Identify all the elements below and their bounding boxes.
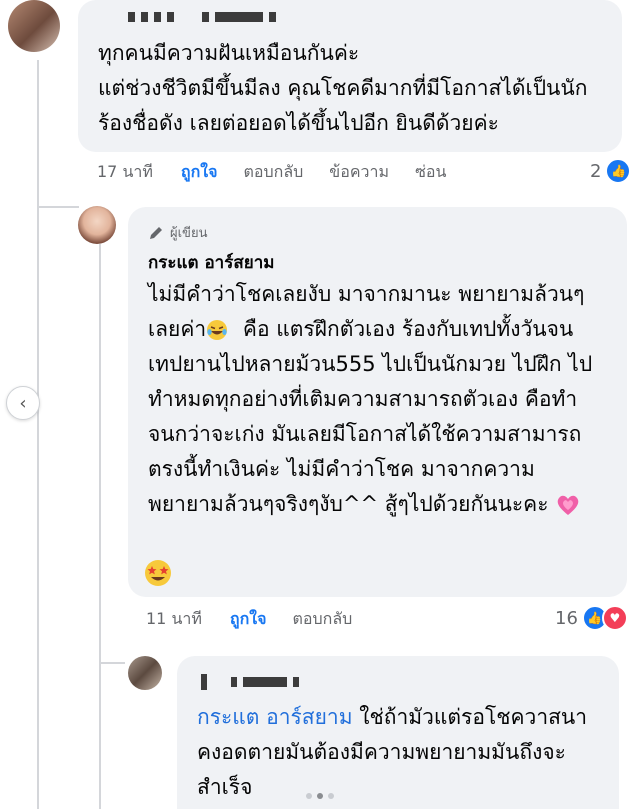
reply-button[interactable]: ตอบกลับ [243, 160, 303, 185]
author-comment-bubble: ผู้เขียน กระแต อาร์สยาม ไม่มีคำว่าโชคเลย… [128, 207, 627, 597]
reaction-count: 16 [555, 607, 578, 629]
comment-text-line: ทำหมดทุกอย่างที่เติมความสามารถตัวเอง คือ… [148, 387, 578, 411]
like-button[interactable]: ถูกใจ [181, 160, 218, 185]
comment-text-line: แต่ช่วงชีวิตมีขึ้นมีลง คุณโชคดีมากที่มีโ… [98, 76, 588, 100]
like-icon: 👍 [605, 158, 631, 184]
thread-connector [37, 206, 79, 208]
comment-text-line: ตรงนี้ทำเงินค่ะ ไม่มีคำว่าโชค มาจากความ [148, 457, 535, 481]
replier-avatar[interactable] [128, 656, 162, 690]
like-button[interactable]: ถูกใจ [230, 607, 267, 632]
dot [306, 793, 312, 799]
comment-text-line: ร้องชื่อดัง เลยต่อยอดได้ขึ้นไปอีก ยินดีด… [98, 111, 499, 135]
reaction-count: 2 [590, 160, 602, 182]
timestamp[interactable]: 17 นาที [97, 160, 153, 185]
comment-text-line: ทุกคนมีความฝันเหมือนกันค่ะ [98, 41, 360, 65]
timestamp[interactable]: 11 นาที [146, 607, 202, 632]
comment-text-line: เทปยานไปหลายม้วน555 ไปเป็นนักมวย ไปฝึก ไ… [148, 352, 593, 376]
author-badge: ผู้เขียน [148, 222, 207, 243]
comment-actions: 11 นาที ถูกใจ ตอบกลับ [146, 607, 352, 632]
thread-line [37, 60, 39, 809]
star-struck-emoji [145, 560, 171, 586]
chevron-left-icon[interactable]: ‹ [6, 386, 40, 420]
comment-text-line: ไม่มีคำว่าโชคเลยงับ มาจากมานะ พยายามล้วน… [148, 282, 585, 306]
comment-bubble: ทุกคนมีความฝันเหมือนกันค่ะ แต่ช่วงชีวิตม… [78, 0, 622, 152]
reaction-summary[interactable]: 2 👍 [590, 158, 631, 184]
reply-bubble: กระแต อาร์สยาม ใช่ถ้ามัวแต่รอโชควาสนา คง… [177, 656, 619, 809]
censored-name [201, 674, 299, 690]
reply-text-line: สำเร็จ [197, 775, 253, 799]
comment-text-line: พยายามล้วนๆจริงๆงับ^^ สู้ๆไปด้วยกันนะคะ [148, 487, 581, 522]
comment-text-line: จนกว่าจะเก่ง มันเลยมีโอกาสได้ใช้ความสามา… [148, 422, 582, 446]
comment-text-line: เลยค่า คือ แตรฝึกตัวเอง ร้องกับเทปทั้งวั… [148, 317, 574, 341]
author-name[interactable]: กระแต อาร์สยาม [148, 249, 274, 276]
thread-connector-inner [99, 662, 125, 664]
hide-button[interactable]: ซ่อน [415, 160, 446, 185]
comment-actions: 17 นาที ถูกใจ ตอบกลับ ข้อความ ซ่อน [97, 160, 446, 185]
laughing-emoji [207, 320, 228, 340]
commenter-avatar[interactable] [8, 0, 60, 52]
reply-text-line: กระแต อาร์สยาม ใช่ถ้ามัวแต่รอโชควาสนา [197, 705, 588, 729]
thread-line-inner [99, 244, 101, 809]
pencil-icon [150, 226, 162, 239]
reaction-summary[interactable]: 16 👍 ♥ [555, 605, 628, 631]
reply-button[interactable]: ตอบกลับ [292, 607, 352, 632]
growing-heart-emoji [557, 495, 579, 515]
dot [317, 793, 323, 799]
censored-name [128, 12, 276, 22]
pagination-dots [306, 793, 334, 799]
reply-text-line: คงอดตายมันต้องมีความพยายามมันถึงจะ [197, 740, 566, 764]
message-button[interactable]: ข้อความ [329, 160, 389, 185]
author-avatar[interactable] [78, 206, 116, 244]
dot [328, 793, 334, 799]
love-icon: ♥ [601, 605, 628, 631]
mention-link[interactable]: กระแต อาร์สยาม [197, 705, 353, 729]
